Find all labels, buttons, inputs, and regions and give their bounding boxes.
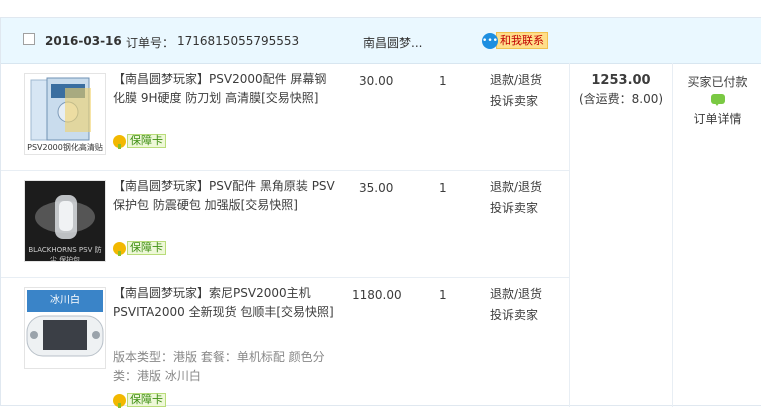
item-quantity: 1 [439,74,447,88]
shield-badge-icon [113,393,126,408]
item-actions: 退款/退货 投诉卖家 [490,284,542,326]
guarantee-card-badge[interactable]: 保障卡 [113,241,166,256]
refund-return-link[interactable]: 退款/退货 [490,284,542,305]
order-select-checkbox[interactable] [23,33,35,45]
shield-badge-icon [113,134,126,149]
order-item-row: PSV2000钢化高清贴膜 【南昌圆梦玩家】PSV2000配件 屏幕钢化膜 9H… [1,63,569,171]
order-number-label: 订单号： [126,36,175,50]
order-item-row: BLACKHORNS PSV 防尘 保护包 【南昌圆梦玩家】PSV配件 黑角原装… [1,170,569,278]
guarantee-label: 保障卡 [127,393,166,407]
item-quantity: 1 [439,181,447,195]
item-price: 1180.00 [352,288,402,302]
item-thumbnail[interactable]: BLACKHORNS PSV 防尘 保护包 [24,180,106,262]
item-quantity: 1 [439,288,447,302]
contact-seller-label: 和我联系 [496,32,548,49]
complain-seller-link[interactable]: 投诉卖家 [490,198,542,219]
order-total-amount: 1253.00 [591,73,651,88]
order-header: 2016-03-16 订单号： 1716815055795553 南昌圆梦...… [1,18,761,64]
item-title-link[interactable]: 【南昌圆梦玩家】PSV2000配件 屏幕钢化膜 9H硬度 防刀划 高清膜[交易快… [113,70,335,108]
order-date: 2016-03-16 [45,34,122,48]
chat-bubble-icon: ••• [482,32,498,49]
thumbnail-caption: BLACKHORNS PSV 防尘 保护包 [28,246,102,262]
complain-seller-link[interactable]: 投诉卖家 [490,91,542,112]
guarantee-label: 保障卡 [127,134,166,148]
item-actions: 退款/退货 投诉卖家 [490,177,542,219]
guarantee-card-badge[interactable]: 保障卡 [113,134,166,149]
shop-name-link[interactable]: 南昌圆梦... [363,34,422,51]
item-price: 35.00 [359,181,394,195]
order-number: 1716815055795553 [177,34,300,48]
order-card: 2016-03-16 订单号： 1716815055795553 南昌圆梦...… [0,17,761,408]
guarantee-label: 保障卡 [127,241,166,255]
item-title-link[interactable]: 【南昌圆梦玩家】索尼PSV2000主机 PSVITA2000 全新现货 包顺丰[… [113,284,335,322]
contact-seller-button[interactable]: ••• 和我联系 [482,32,548,49]
item-actions: 退款/退货 投诉卖家 [490,70,542,112]
order-item-row: 冰川白 【南昌圆梦玩家】索尼PSV2000主机 PSVITA2000 全新现货 … [1,277,569,408]
item-title-link[interactable]: 【南昌圆梦玩家】PSV配件 黑角原装 PSV保护包 防震硬包 加强版[交易快照] [113,177,335,215]
green-message-icon[interactable] [710,94,725,106]
item-properties: 版本类型：港版 套餐：单机标配 颜色分类：港版 冰川白 [113,350,325,383]
order-status: 买家已付款 [687,75,748,89]
order-detail-link[interactable]: 订单详情 [673,110,761,127]
refund-return-link[interactable]: 退款/退货 [490,70,542,91]
shipping-fee-note: (含运费：8.00) [578,92,664,106]
thumbnail-caption: 冰川白 [50,295,80,306]
order-status-column: 买家已付款 订单详情 [673,63,761,407]
item-thumbnail[interactable]: 冰川白 [24,287,106,369]
order-total-column: 1253.00 (含运费：8.00) [569,63,673,407]
refund-return-link[interactable]: 退款/退货 [490,177,542,198]
guarantee-card-badge[interactable]: 保障卡 [113,393,166,408]
shield-badge-icon [113,241,126,256]
item-thumbnail[interactable]: PSV2000钢化高清贴膜 [24,73,106,155]
thumbnail-caption: PSV2000钢化高清贴膜 [25,142,105,154]
complain-seller-link[interactable]: 投诉卖家 [490,305,542,326]
item-price: 30.00 [359,74,394,88]
